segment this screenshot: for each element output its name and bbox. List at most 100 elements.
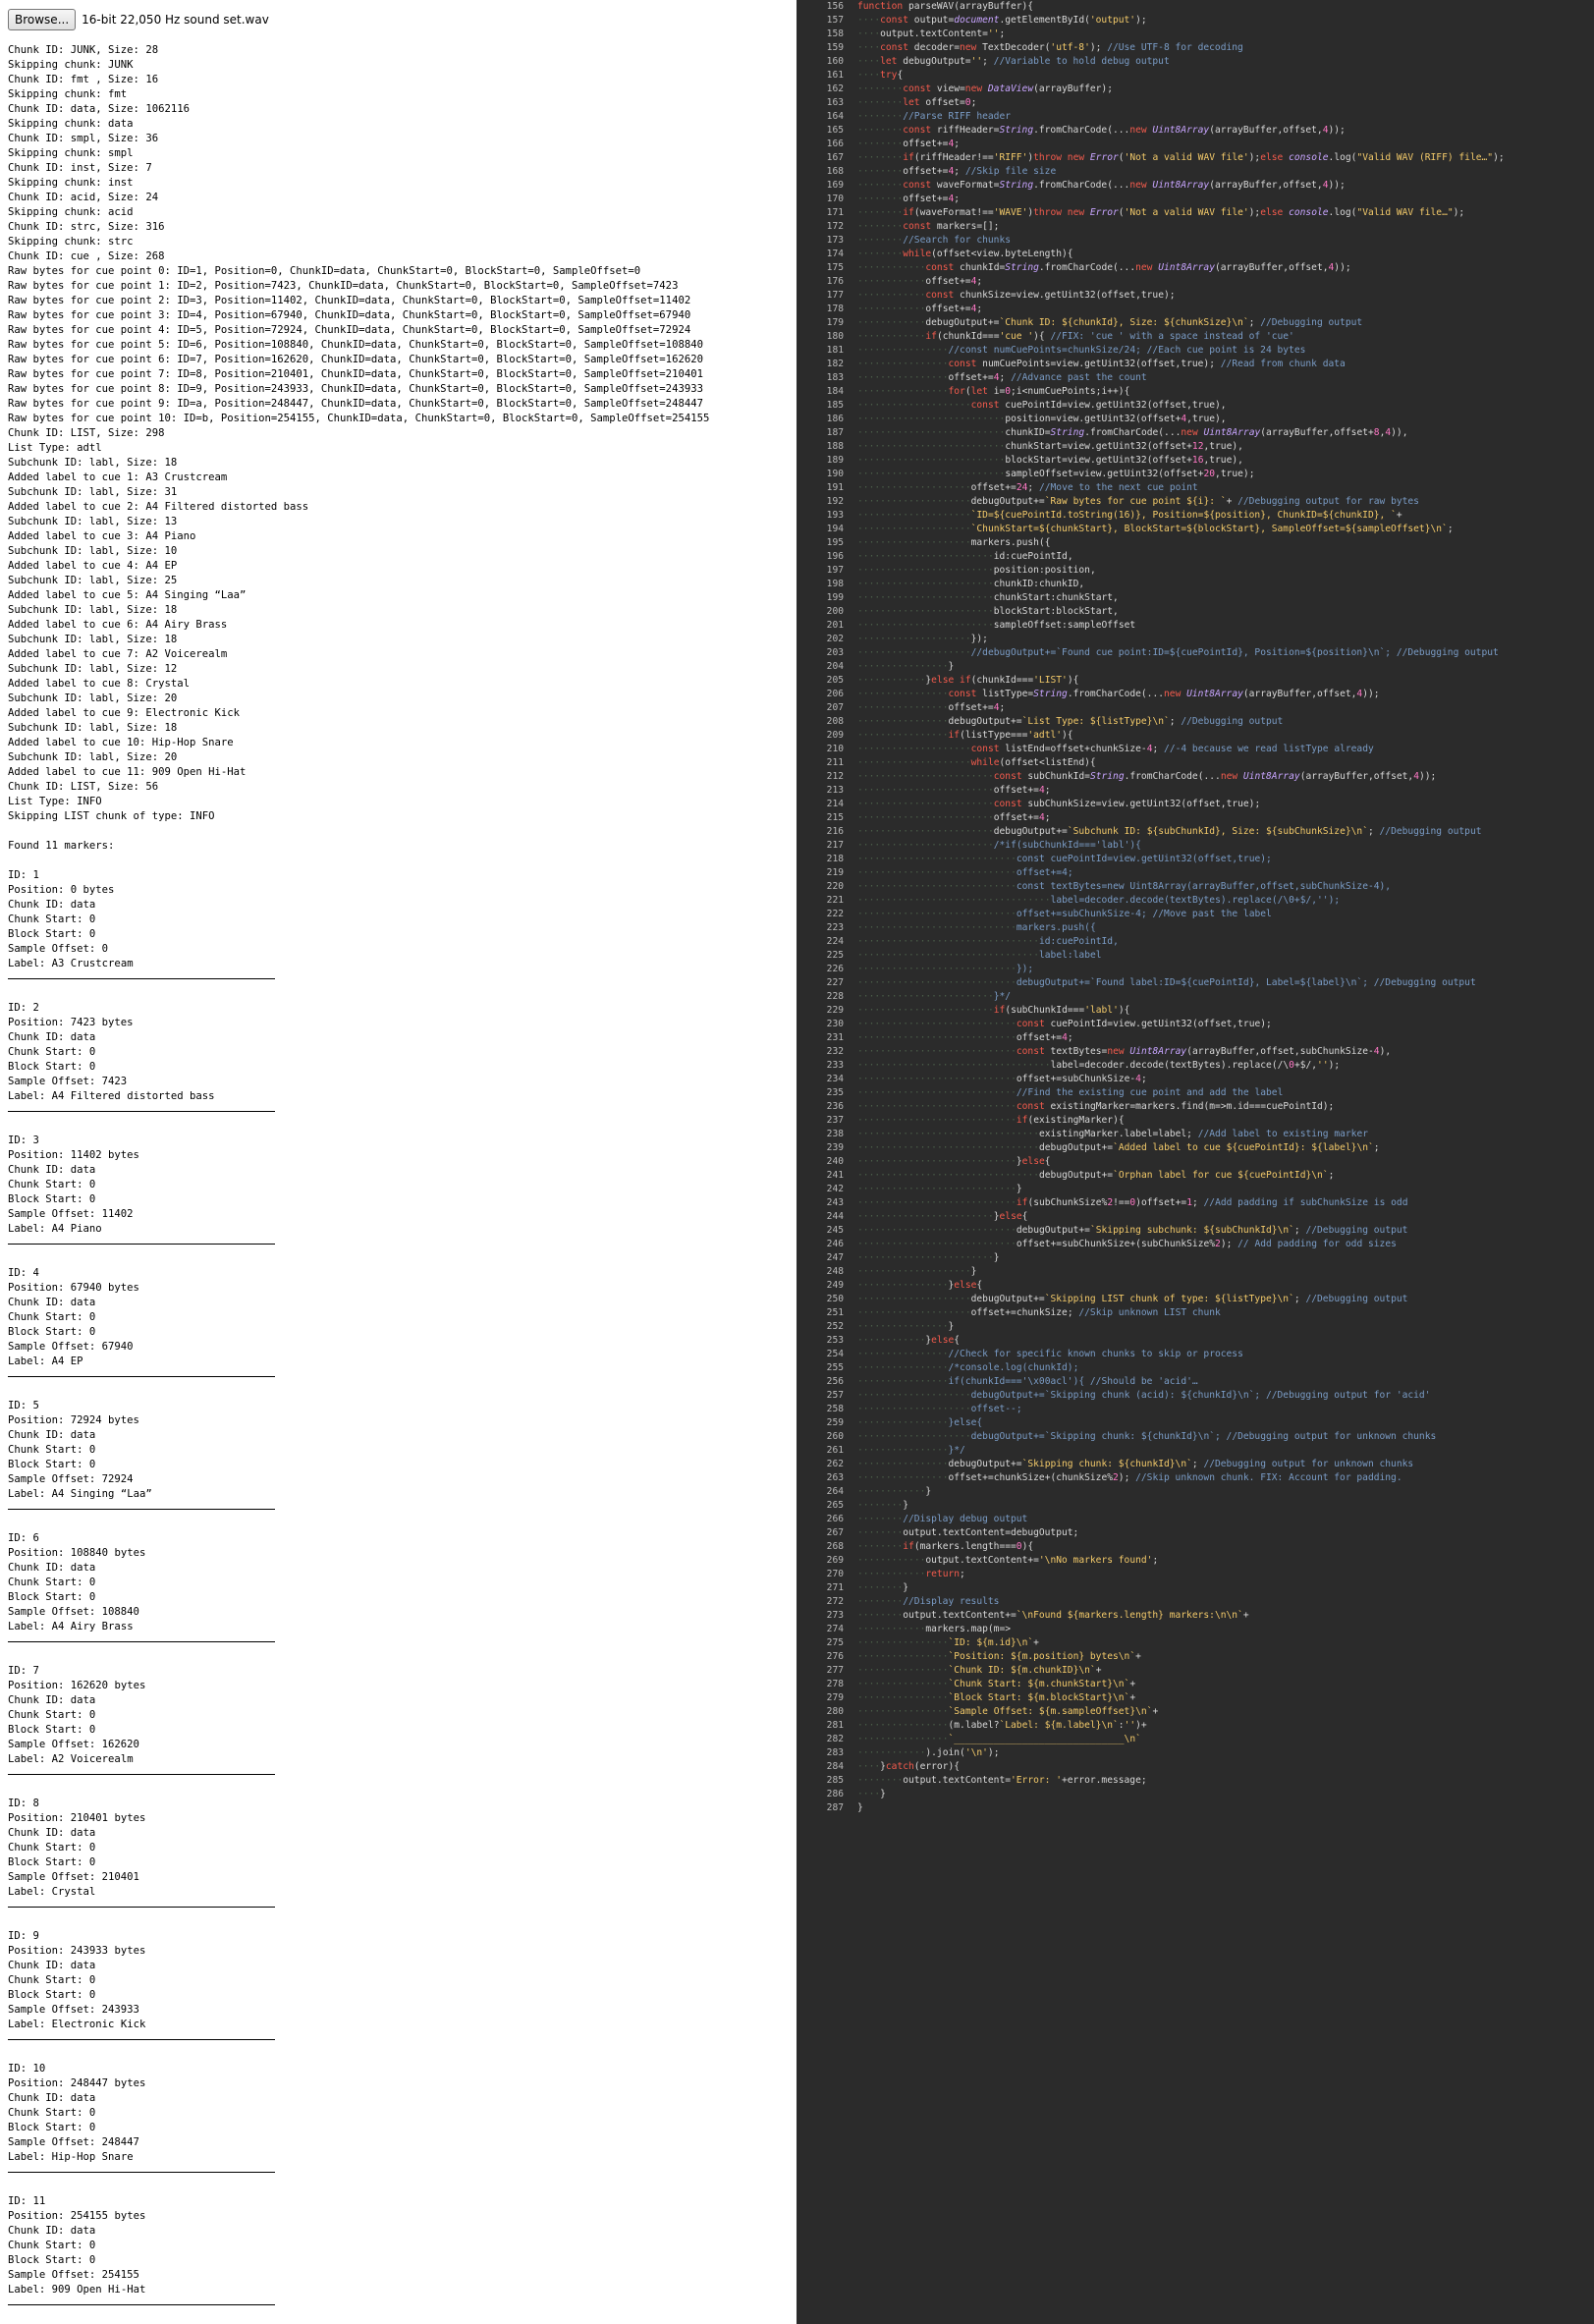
code-line[interactable]: ····················offset+=chunkSize; /… (857, 1306, 1221, 1320)
code-line[interactable]: ················`Sample Offset: ${m.samp… (857, 1705, 1158, 1719)
code-line[interactable]: ················for(let i=0;i<numCuePoin… (857, 385, 1129, 399)
code-line[interactable]: ····························const textBy… (857, 1045, 1391, 1059)
code-line[interactable]: ····················} (857, 1265, 976, 1279)
code-line[interactable]: ········let offset=0; (857, 96, 976, 110)
code-line[interactable]: ····························if(subChunkS… (857, 1196, 1407, 1210)
code-line[interactable]: ··································label=… (857, 894, 1340, 908)
code-line[interactable]: ····················`ID=${cuePointId.toS… (857, 509, 1402, 523)
code-line[interactable]: ················}*/ (857, 1444, 965, 1458)
code-line[interactable]: ····························offset+=subC… (857, 1238, 1397, 1251)
code-line[interactable]: ················} (857, 660, 954, 674)
code-line[interactable]: ········} (857, 1581, 908, 1595)
code-line[interactable]: ········offset+=4; (857, 138, 960, 151)
code-line[interactable]: ························}else{ (857, 1210, 1027, 1224)
code-line[interactable]: ························position:positio… (857, 564, 1096, 578)
code-line[interactable]: ········if(waveFormat!=='WAVE')throw new… (857, 206, 1464, 220)
code-line[interactable]: function parseWAV(arrayBuffer){ (857, 0, 1033, 14)
code-line[interactable]: ····················const listEnd=offset… (857, 743, 1374, 756)
code-line[interactable]: ····························//Find the e… (857, 1086, 1283, 1100)
code-line[interactable]: ············const chunkId=String.fromCha… (857, 261, 1351, 275)
code-line[interactable]: ····························offset+=subC… (857, 1073, 1147, 1086)
code-line[interactable]: ····················while(offset<listEnd… (857, 756, 1096, 770)
code-line[interactable]: ········output.textContent=debugOutput; (857, 1526, 1078, 1540)
code-line[interactable]: ················debugOutput+=`Skipping c… (857, 1458, 1413, 1471)
code-line[interactable]: ················//Check for specific kno… (857, 1348, 1243, 1361)
code-line[interactable]: ················`Chunk ID: ${m.chunkID}\… (857, 1664, 1101, 1678)
code-line[interactable]: ········if(riffHeader!=='RIFF')throw new… (857, 151, 1505, 165)
code-line[interactable]: ············offset+=4; (857, 275, 982, 289)
code-line[interactable]: ··························sampleOffset=v… (857, 468, 1254, 481)
code-line[interactable]: ············const chunkSize=view.getUint… (857, 289, 1176, 303)
code-line[interactable]: ····························offset+=4; (857, 1031, 1073, 1045)
code-line[interactable]: ························}*/ (857, 990, 1011, 1004)
code-line[interactable]: ····} (857, 1788, 886, 1801)
code-line[interactable]: ········if(markers.length===0){ (857, 1540, 1033, 1554)
code-line[interactable]: ············debugOutput+=`Chunk ID: ${ch… (857, 316, 1362, 330)
code-line[interactable]: ····························const textBy… (857, 880, 1391, 894)
code-line[interactable]: ··························position=view.… (857, 413, 1227, 426)
code-line[interactable]: ························} (857, 1251, 1000, 1265)
code-line[interactable]: ····················const cuePointId=vie… (857, 399, 1227, 413)
code-line[interactable]: ················debugOutput+=`List Type:… (857, 715, 1283, 729)
code-line[interactable]: ································label:la… (857, 949, 1102, 963)
code-line[interactable]: ································debugOut… (857, 1169, 1334, 1183)
code-line[interactable]: ············}else if(chunkId==='LIST'){ (857, 674, 1078, 688)
code-line[interactable]: ················const listType=String.fr… (857, 688, 1380, 701)
code-line[interactable]: ················offset+=chunkSize+(chunk… (857, 1471, 1402, 1485)
code-line[interactable]: ················`ID: ${m.id}\n`+ (857, 1636, 1039, 1650)
code-line[interactable]: ····················debugOutput+=`Raw by… (857, 495, 1419, 509)
code-line[interactable]: ····················offset--; (857, 1403, 1022, 1416)
code-line[interactable]: ····let debugOutput=''; //Variable to ho… (857, 55, 1170, 69)
code-line[interactable]: ········//Search for chunks (857, 234, 1011, 248)
code-line[interactable]: ············return; (857, 1568, 965, 1581)
code-line[interactable]: ························const subChunkSi… (857, 798, 1260, 811)
code-line[interactable]: ····························const existi… (857, 1100, 1334, 1114)
code-line[interactable]: ····························debugOutput+… (857, 1224, 1407, 1238)
code-editor[interactable]: 156 157 158 159 160 161 162 163 164 165 166 167 168 1… (797, 0, 1594, 2324)
code-line[interactable]: ················}else{ (857, 1279, 982, 1293)
code-line[interactable]: ········//Display debug output (857, 1513, 1027, 1526)
code-line[interactable]: ················if(listType==='adtl'){ (857, 729, 1073, 743)
code-line[interactable]: ····const output=document.getElementById… (857, 14, 1147, 28)
code-line[interactable]: ··························blockStart=vie… (857, 454, 1243, 468)
code-line[interactable]: ········output.textContent='Error: '+err… (857, 1774, 1147, 1788)
code-line[interactable]: ····················`ChunkStart=${chunkS… (857, 523, 1454, 536)
code-line[interactable]: ····}catch(error){ (857, 1760, 960, 1774)
code-line[interactable]: ········const riffHeader=String.fromChar… (857, 124, 1346, 138)
code-line[interactable]: ························offset+=4; (857, 784, 1051, 798)
code-line[interactable]: ····························const cuePoi… (857, 853, 1272, 866)
code-line[interactable]: ············}else{ (857, 1334, 960, 1348)
code-line[interactable]: ····try{ (857, 69, 903, 83)
code-line[interactable]: ············markers.map(m=> (857, 1623, 1011, 1636)
code-line[interactable]: ··························chunkStart=vie… (857, 440, 1243, 454)
code-line[interactable]: ····························if(existingM… (857, 1114, 1125, 1128)
code-line[interactable]: ··························chunkID=String… (857, 426, 1407, 440)
code-line[interactable]: ························debugOutput+=`Su… (857, 825, 1482, 839)
code-line[interactable]: ········//Display results (857, 1595, 999, 1609)
code-line[interactable]: ············if(chunkId==='cue '){ //FIX:… (857, 330, 1294, 344)
code-line[interactable]: ················`Block Start: ${m.blockS… (857, 1691, 1135, 1705)
code-line[interactable]: ····························offset+=subC… (857, 908, 1272, 921)
code-line[interactable]: ············offset+=4; (857, 303, 982, 316)
code-line[interactable]: ················offset+=4; (857, 701, 1005, 715)
code-line[interactable]: ····················markers.push({ (857, 536, 1051, 550)
code-line[interactable]: ········const waveFormat=String.fromChar… (857, 179, 1346, 193)
code-line[interactable]: ····························const cuePoi… (857, 1018, 1272, 1031)
code-line[interactable]: ········offset+=4; (857, 193, 960, 206)
code-line[interactable]: ····················debugOutput+=`Skippi… (857, 1430, 1436, 1444)
code-line[interactable]: ····························}else{ (857, 1155, 1051, 1169)
code-line[interactable]: ················}else{ (857, 1416, 982, 1430)
code-line[interactable]: ········while(offset<view.byteLength){ (857, 248, 1073, 261)
code-line[interactable]: ························if(subChunkId===… (857, 1004, 1129, 1018)
code-line[interactable]: ····························}); (857, 963, 1033, 976)
code-line[interactable]: ····························debugOutput+… (857, 976, 1476, 990)
code-line[interactable]: ········offset+=4; //Skip file size (857, 165, 1056, 179)
code-line[interactable]: ····························markers.push… (857, 921, 1096, 935)
code-line[interactable]: ································id:cuePo… (857, 935, 1119, 949)
browse-button[interactable]: Browse... (8, 9, 77, 30)
code-line[interactable]: ························offset+=4; (857, 811, 1051, 825)
code-line[interactable]: ················/*console.log(chunkId); (857, 1361, 1078, 1375)
code-line[interactable]: ················(m.label?`Label: ${m.lab… (857, 1719, 1147, 1733)
code-line[interactable]: ························sampleOffset:sam… (857, 619, 1135, 633)
code-line[interactable]: ················offset+=4; //Advance pas… (857, 371, 1147, 385)
